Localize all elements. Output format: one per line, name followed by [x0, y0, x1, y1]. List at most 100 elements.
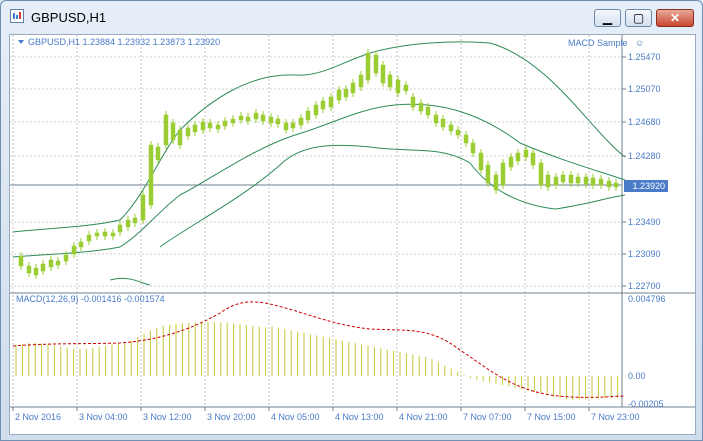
candle [606, 180, 612, 188]
chart-window: GBPUSD,H1 ▁ ▢ ✕ GBPUSD,H1 1.23884 1.2393… [0, 0, 703, 441]
current-price-badge: 1.23920 [624, 180, 668, 192]
time-tick-label: 2 Nov 2016 [15, 412, 61, 422]
candle [230, 118, 236, 124]
candle [78, 241, 84, 248]
candle [613, 182, 619, 188]
candle [568, 174, 574, 184]
candle [40, 263, 46, 272]
macd-tick-label: -0.00205 [628, 399, 664, 409]
title-bar[interactable]: GBPUSD,H1 ▁ ▢ ✕ [1, 1, 702, 33]
candle [155, 146, 161, 161]
window-title: GBPUSD,H1 [31, 10, 107, 25]
candle [343, 88, 349, 98]
candle [358, 74, 364, 88]
macd-histogram [15, 322, 619, 400]
candle [86, 234, 92, 242]
candle [440, 118, 446, 128]
macd-signal-line [12, 301, 626, 398]
price-tick-label: 1.23490 [628, 217, 661, 227]
price-tick-label: 1.25470 [628, 52, 661, 62]
candle [553, 176, 559, 186]
candle [298, 117, 304, 126]
time-tick-label: 7 Nov 07:00 [463, 412, 512, 422]
candle [395, 79, 401, 94]
candle [598, 178, 604, 186]
candle [478, 152, 484, 171]
macd-label: MACD(12,26,9) -0.001416 -0.001574 [16, 294, 165, 304]
candle [538, 162, 544, 186]
price-tick-label: 1.22700 [628, 281, 661, 291]
candle [463, 134, 469, 144]
candle [207, 122, 213, 129]
candle [485, 164, 491, 184]
candle [387, 74, 393, 88]
candle [170, 122, 176, 141]
chart-grid [10, 35, 622, 407]
candle [71, 245, 77, 255]
candle [433, 114, 439, 124]
candle [328, 96, 334, 108]
close-button[interactable]: ✕ [656, 9, 694, 27]
candle [125, 219, 131, 228]
maximize-icon: ▢ [632, 11, 645, 25]
time-tick-label: 4 Nov 05:00 [271, 412, 320, 422]
candle [373, 54, 379, 74]
candle [33, 267, 39, 276]
time-tick-label: 3 Nov 12:00 [143, 412, 192, 422]
candle [140, 194, 146, 221]
candle [117, 224, 123, 233]
macd-axis: 0.004796 0.00 -0.00205 [628, 294, 666, 409]
candle [523, 149, 529, 158]
candle [515, 152, 521, 162]
candle [455, 129, 461, 136]
candle [200, 121, 206, 131]
macd-tick-label: 0.00 [628, 371, 646, 381]
candle [403, 84, 409, 92]
candle [470, 142, 476, 154]
candle [590, 177, 596, 186]
candle [530, 152, 536, 166]
candle [313, 104, 319, 116]
time-tick-label: 3 Nov 04:00 [79, 412, 128, 422]
candle [215, 124, 221, 130]
time-tick-label: 3 Nov 20:00 [207, 412, 256, 422]
candle [283, 122, 289, 131]
candle [500, 162, 506, 186]
candle [268, 116, 274, 124]
minimize-icon: ▁ [602, 11, 613, 25]
candle [222, 120, 228, 127]
candle [163, 114, 169, 146]
candle [380, 64, 386, 84]
candle [185, 127, 191, 137]
candle [508, 156, 514, 168]
chart-area[interactable]: GBPUSD,H1 1.23884 1.23932 1.23873 1.2392… [9, 34, 696, 435]
time-tick-label: 4 Nov 21:00 [399, 412, 448, 422]
candle [55, 260, 61, 266]
candle [418, 102, 424, 112]
price-axis: 1.25470 1.25070 1.24680 1.24280 1.23490 1.230… [622, 52, 661, 291]
candle [102, 231, 108, 237]
candle [148, 144, 154, 206]
candle [575, 176, 581, 184]
candle [545, 174, 551, 188]
maximize-button[interactable]: ▢ [625, 9, 652, 27]
chart-canvas[interactable]: GBPUSD,H1 1.23884 1.23932 1.23873 1.2392… [10, 35, 695, 434]
minimize-button[interactable]: ▁ [594, 9, 621, 27]
time-tick-label: 4 Nov 13:00 [335, 412, 384, 422]
candle [26, 265, 32, 274]
candle [253, 112, 259, 120]
candle [260, 114, 266, 122]
candle [238, 115, 244, 121]
candle [493, 174, 499, 191]
price-tick-label: 1.23090 [628, 249, 661, 259]
candle [192, 124, 198, 133]
candle [320, 100, 326, 110]
candle [63, 254, 69, 262]
candle [94, 232, 100, 237]
candle [18, 255, 24, 267]
candle [410, 96, 416, 108]
dropdown-triangle-icon[interactable] [18, 40, 24, 44]
candle [48, 259, 54, 268]
candle [305, 110, 311, 121]
candle [275, 118, 281, 125]
